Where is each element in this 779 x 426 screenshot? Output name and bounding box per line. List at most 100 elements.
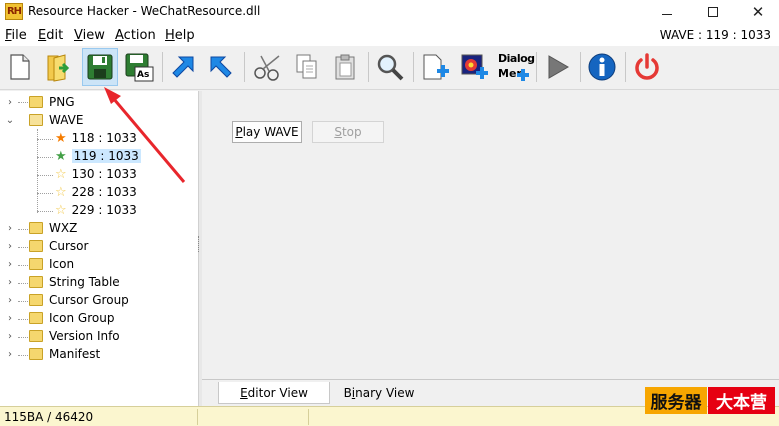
tree-item-label: Icon Group <box>49 311 115 325</box>
tree-item-wave-229[interactable]: ☆ 229 : 1033 <box>55 201 137 219</box>
tree-item-string-table[interactable]: String Table <box>29 273 120 291</box>
star-icon: ★ <box>55 148 67 164</box>
menu-edit-accel: E <box>38 28 47 43</box>
toolbar-separator <box>162 52 163 82</box>
copy-button[interactable] <box>289 48 325 86</box>
splitter-grip-icon[interactable] <box>198 236 201 252</box>
menu-file[interactable]: File <box>5 28 27 43</box>
tree-item-wave[interactable]: WAVE <box>29 111 83 129</box>
expand-version-info-chevron-icon[interactable]: › <box>5 331 15 342</box>
tree-connector <box>18 355 28 356</box>
expand-wxz-chevron-icon[interactable]: › <box>5 223 15 234</box>
open-button[interactable] <box>40 48 76 86</box>
dialog-menu-button[interactable]: Dialog Mer <box>495 48 535 86</box>
toolbar: As Dialog Mer <box>0 46 779 90</box>
tree-connector <box>18 102 28 103</box>
tree-item-version-info[interactable]: Version Info <box>29 327 120 345</box>
toolbar-separator <box>413 52 414 82</box>
play-wave-label: lay WAVE <box>242 125 299 139</box>
menu-view[interactable]: View <box>74 28 105 43</box>
save-button[interactable] <box>82 48 118 86</box>
tree-item-wave-228[interactable]: ☆ 228 : 1033 <box>55 183 137 201</box>
menu-help[interactable]: Help <box>165 28 195 43</box>
expand-cursor-chevron-icon[interactable]: › <box>5 241 15 252</box>
goto-button[interactable] <box>203 48 239 86</box>
tab-editor-view[interactable]: Editor View <box>218 382 330 404</box>
tree-item-wave-119[interactable]: ★ 119 : 1033 <box>55 147 141 165</box>
tab-binary-pre: B <box>343 386 352 400</box>
tree-item-wave-118[interactable]: ★ 118 : 1033 <box>55 129 137 147</box>
paste-button[interactable] <box>327 48 363 86</box>
expand-manifest-chevron-icon[interactable]: › <box>5 349 15 360</box>
tree-item-manifest[interactable]: Manifest <box>29 345 100 363</box>
star-outline-icon: ☆ <box>55 202 67 218</box>
tree-item-label: 229 : 1033 <box>71 203 137 217</box>
expand-string-table-chevron-icon[interactable]: › <box>5 277 15 288</box>
tree-item-label: Icon <box>49 257 75 271</box>
tree-item-cursor[interactable]: Cursor <box>29 237 88 255</box>
minimize-button[interactable] <box>644 0 690 24</box>
exit-button[interactable] <box>629 48 665 86</box>
about-button[interactable] <box>584 48 620 86</box>
stop-label: top <box>341 125 362 139</box>
add-resource-button[interactable] <box>417 48 453 86</box>
copy-icon <box>296 54 317 79</box>
expand-cursor-group-chevron-icon[interactable]: › <box>5 295 15 306</box>
expand-icon-chevron-icon[interactable]: › <box>5 259 15 270</box>
maximize-icon <box>708 7 718 17</box>
expand-png-chevron-icon[interactable]: › <box>5 97 15 108</box>
tree-item-label: String Table <box>49 275 120 289</box>
tree-item-label: 118 : 1033 <box>71 131 137 145</box>
tree-item-label: WXZ <box>49 221 78 235</box>
collapse-wave-chevron-icon[interactable]: ⌄ <box>5 115 15 126</box>
maximize-button[interactable] <box>690 0 736 24</box>
tree-connector <box>18 301 28 302</box>
tab-binary-view[interactable]: Bi nary View <box>338 382 420 404</box>
goto-arrow-icon <box>210 56 232 78</box>
menu-view-accel: V <box>74 28 83 43</box>
cut-icon <box>254 55 280 81</box>
save-as-button[interactable]: As <box>121 48 157 86</box>
stop-accel: S <box>334 125 342 139</box>
tree-connector <box>18 337 28 338</box>
new-file-button[interactable] <box>2 48 38 86</box>
toolbar-separator <box>536 52 537 82</box>
star-outline-icon: ☆ <box>55 166 67 182</box>
play-icon <box>548 55 569 79</box>
tab-editor-label: ditor View <box>247 385 308 400</box>
tree-connector <box>37 211 53 212</box>
tree-connector <box>37 193 53 194</box>
stop-button[interactable]: Stop <box>312 121 384 143</box>
folder-icon <box>29 276 43 288</box>
tree-item-icon-group[interactable]: Icon Group <box>29 309 114 327</box>
minimize-icon <box>662 13 672 15</box>
menu-edit[interactable]: Edit <box>38 28 63 43</box>
tree-item-label: 228 : 1033 <box>71 185 137 199</box>
tree-item-png[interactable]: PNG <box>29 93 75 111</box>
tree-item-wave-130[interactable]: ☆ 130 : 1033 <box>55 165 137 183</box>
info-icon <box>588 53 616 81</box>
tree-item-cursor-group[interactable]: Cursor Group <box>29 291 129 309</box>
play-wave-button[interactable]: Play WAVE <box>232 121 302 143</box>
add-image-button[interactable] <box>456 48 492 86</box>
tree-item-icon[interactable]: Icon <box>29 255 74 273</box>
close-button[interactable]: ✕ <box>735 0 779 24</box>
expand-icon-group-chevron-icon[interactable]: › <box>5 313 15 324</box>
tree-connector <box>18 319 28 320</box>
folder-icon <box>29 348 43 360</box>
menu-help-label: elp <box>174 28 195 43</box>
watermark-part-1: 服务器 <box>645 387 707 414</box>
resource-hacker-window: RH Resource Hacker - WeChatResource.dll … <box>0 0 779 426</box>
folder-icon <box>29 312 43 324</box>
tree-item-wxz[interactable]: WXZ <box>29 219 77 237</box>
status-divider <box>197 409 198 425</box>
menu-action[interactable]: Action <box>115 28 156 43</box>
compile-button[interactable] <box>165 48 201 86</box>
cut-button[interactable] <box>250 48 286 86</box>
toolbar-separator <box>580 52 581 82</box>
run-button[interactable] <box>539 48 575 86</box>
tree-item-label: Version Info <box>49 329 120 343</box>
resource-tree[interactable]: › PNG ⌄ WAVE ★ 118 : 1033 ★ 119 : 1033 ☆ 13… <box>0 91 199 406</box>
tree-connector <box>37 129 38 213</box>
find-button[interactable] <box>372 48 408 86</box>
